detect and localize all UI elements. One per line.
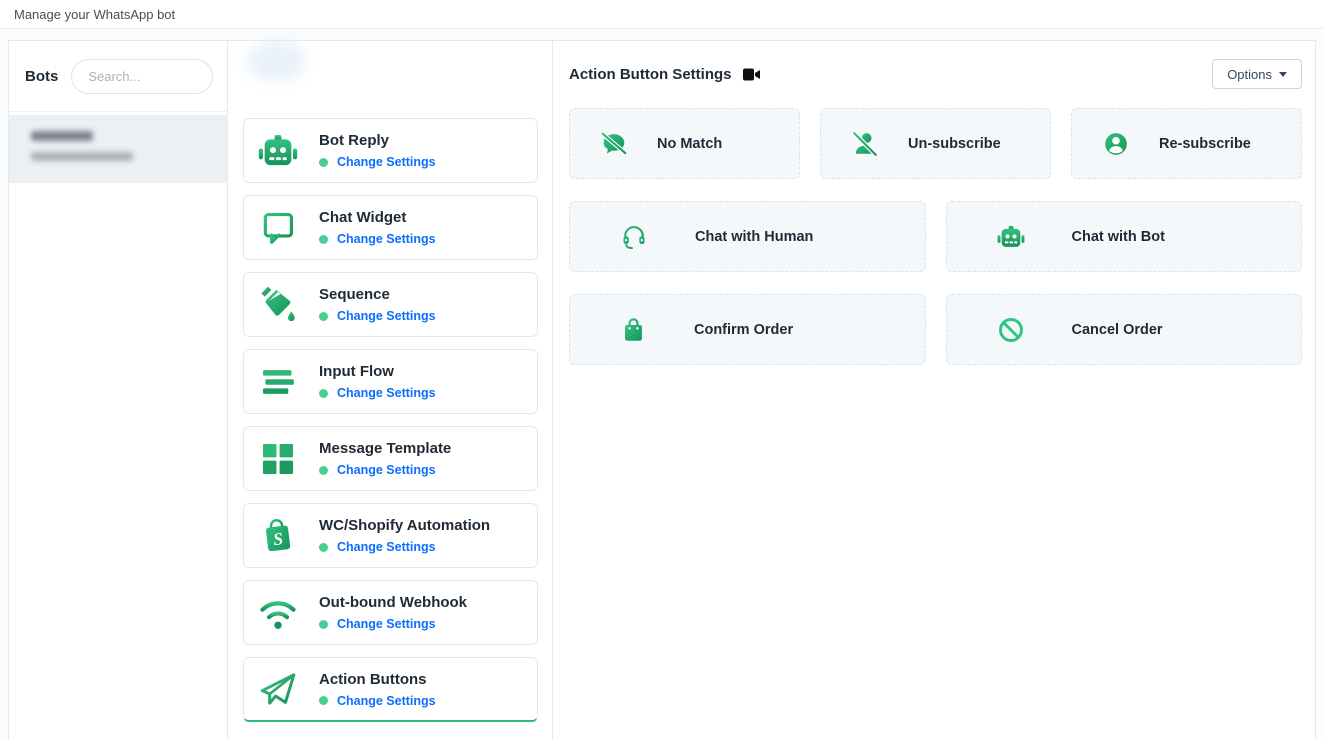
action-tile-un-subscribe[interactable]: Un-subscribe: [820, 108, 1051, 179]
feature-card-action-buttons[interactable]: Action Buttons Change Settings: [243, 657, 538, 722]
paper-plane-icon: [257, 668, 299, 710]
action-tiles-row-1: No Match Un-subscribe: [569, 108, 1302, 179]
options-button-label: Options: [1227, 67, 1272, 82]
status-dot: [319, 543, 328, 552]
feature-title: Out-bound Webhook: [319, 594, 467, 611]
feature-card-chat-widget[interactable]: Chat Widget Change Settings: [243, 195, 538, 260]
redacted-bot-name: [31, 131, 93, 141]
redacted-avatar-blob: [248, 41, 306, 81]
feature-title: WC/Shopify Automation: [319, 517, 490, 534]
video-camera-icon[interactable]: [743, 68, 760, 81]
action-button-settings-panel: Action Button Settings Options: [553, 41, 1315, 740]
grid-icon: [257, 438, 299, 480]
status-dot: [319, 620, 328, 629]
features-column: Bot Reply Change Settings Chat Widget C: [228, 41, 553, 740]
wifi-icon: [257, 592, 299, 634]
robot-icon: [997, 223, 1025, 251]
action-tiles-row-3: Confirm Order Cancel Order: [569, 294, 1302, 365]
redacted-bot-phone: [31, 152, 133, 161]
feature-title: Bot Reply: [319, 132, 436, 149]
action-tile-confirm-order[interactable]: Confirm Order: [569, 294, 926, 365]
action-tile-cancel-order[interactable]: Cancel Order: [946, 294, 1303, 365]
feature-title: Message Template: [319, 440, 451, 457]
action-tiles-row-2: Chat with Human Chat with Bot: [569, 201, 1302, 272]
bots-sidebar: Bots: [9, 41, 228, 740]
ban-icon: [997, 316, 1025, 344]
action-tile-label: Chat with Bot: [1072, 229, 1165, 245]
robot-icon: [257, 130, 299, 172]
topbar: Manage your WhatsApp bot: [0, 0, 1323, 29]
change-settings-link[interactable]: Change Settings: [337, 463, 436, 477]
change-settings-link[interactable]: Change Settings: [337, 155, 436, 169]
status-dot: [319, 158, 328, 167]
sidebar-header: Bots: [9, 41, 227, 112]
action-tile-label: Re-subscribe: [1159, 136, 1251, 152]
feature-card-input-flow[interactable]: Input Flow Change Settings: [243, 349, 538, 414]
bot-list-item-selected[interactable]: [9, 115, 227, 183]
action-tile-no-match[interactable]: No Match: [569, 108, 800, 179]
caret-down-icon: [1279, 72, 1287, 77]
action-tile-label: No Match: [657, 136, 722, 152]
action-tile-re-subscribe[interactable]: Re-subscribe: [1071, 108, 1302, 179]
action-tile-label: Chat with Human: [695, 229, 813, 245]
feature-card-outbound-webhook[interactable]: Out-bound Webhook Change Settings: [243, 580, 538, 645]
bot-search-input[interactable]: [71, 59, 213, 94]
change-settings-link[interactable]: Change Settings: [337, 232, 436, 246]
fill-drip-icon: [257, 284, 299, 326]
change-settings-link[interactable]: Change Settings: [337, 386, 436, 400]
change-settings-link[interactable]: Change Settings: [337, 540, 436, 554]
feature-card-bot-reply[interactable]: Bot Reply Change Settings: [243, 118, 538, 183]
action-tile-label: Cancel Order: [1072, 322, 1163, 338]
status-dot: [319, 696, 328, 705]
comment-slash-icon: [601, 131, 627, 157]
change-settings-link[interactable]: Change Settings: [337, 617, 436, 631]
feature-card-sequence[interactable]: Sequence Change Settings: [243, 272, 538, 337]
user-circle-icon: [1103, 131, 1129, 157]
status-dot: [319, 389, 328, 398]
bars-icon: [257, 361, 299, 403]
status-dot: [319, 235, 328, 244]
change-settings-link[interactable]: Change Settings: [337, 309, 436, 323]
page-title: Manage your WhatsApp bot: [14, 7, 175, 22]
feature-title: Sequence: [319, 286, 436, 303]
options-button[interactable]: Options: [1212, 59, 1302, 89]
action-tile-chat-with-human[interactable]: Chat with Human: [569, 201, 926, 272]
shopify-bag-icon: S: [257, 515, 299, 557]
user-slash-icon: [852, 131, 878, 157]
change-settings-link[interactable]: Change Settings: [337, 694, 436, 708]
panel-header: Action Button Settings Options: [569, 59, 1302, 89]
feature-title: Action Buttons: [319, 671, 436, 688]
panel-title: Action Button Settings: [569, 66, 731, 83]
action-tile-label: Un-subscribe: [908, 136, 1001, 152]
status-dot: [319, 466, 328, 475]
feature-title: Chat Widget: [319, 209, 436, 226]
feature-card-wc-shopify-automation[interactable]: S WC/Shopify Automation Change Settings: [243, 503, 538, 568]
feature-title: Input Flow: [319, 363, 436, 380]
main-container: Bots: [8, 40, 1316, 740]
bots-heading: Bots: [25, 68, 58, 85]
shopping-bag-icon: [620, 316, 647, 344]
feature-card-message-template[interactable]: Message Template Change Settings: [243, 426, 538, 491]
action-tile-chat-with-bot[interactable]: Chat with Bot: [946, 201, 1303, 272]
action-tile-label: Confirm Order: [694, 322, 793, 338]
headset-icon: [620, 223, 648, 251]
status-dot: [319, 312, 328, 321]
chat-bubble-icon: [257, 207, 299, 249]
